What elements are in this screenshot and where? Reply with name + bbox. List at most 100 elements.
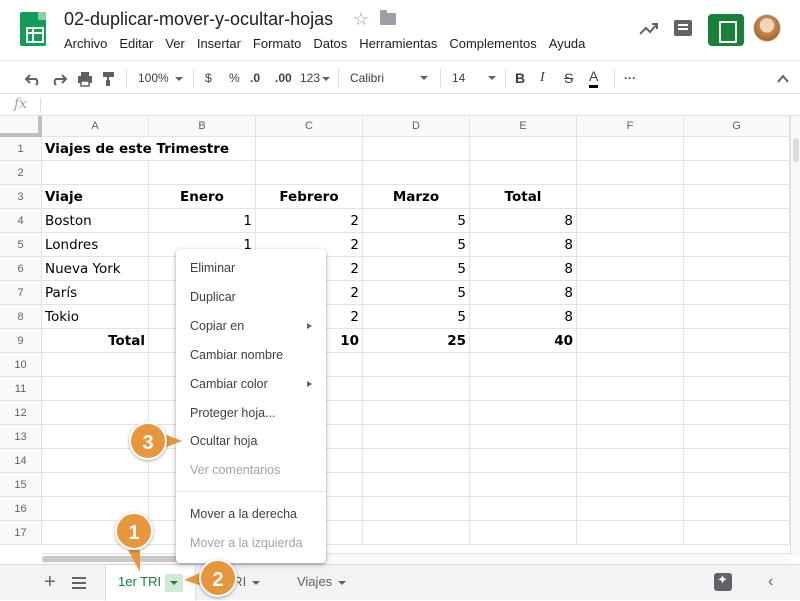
cell-a5[interactable]: Londres	[42, 233, 149, 257]
horizontal-scrollbar[interactable]	[42, 553, 790, 564]
text-color-button[interactable]: A	[589, 68, 599, 88]
chevron-up-icon[interactable]	[776, 69, 790, 89]
explore-icon[interactable]	[714, 572, 732, 591]
redo-icon[interactable]	[50, 69, 68, 89]
menu-item-cambiar-nombre[interactable]: Cambiar nombre	[176, 343, 326, 367]
menu-item-mover-a-la-derecha[interactable]: Mover a la derecha	[176, 502, 326, 526]
cell-b2[interactable]	[149, 161, 256, 185]
bold-button[interactable]: B	[515, 68, 525, 88]
cell-a4[interactable]: Boston	[42, 209, 149, 233]
cell-g2[interactable]	[684, 161, 790, 185]
menu-item-cambiar-color[interactable]: Cambiar color	[176, 372, 326, 396]
cell-b4[interactable]: 1	[149, 209, 256, 233]
row-header-10[interactable]: 10	[0, 353, 42, 377]
cell-f8[interactable]	[577, 305, 684, 329]
row-header-5[interactable]: 5	[0, 233, 42, 257]
comment-icon[interactable]	[674, 20, 692, 36]
row-header-13[interactable]: 13	[0, 425, 42, 449]
menu-complementos[interactable]: Complementos	[443, 36, 542, 51]
column-header-b[interactable]: B	[149, 116, 256, 137]
row-header-17[interactable]: 17	[0, 521, 42, 545]
cell-c1[interactable]	[256, 137, 363, 161]
cell-d3[interactable]: Marzo	[363, 185, 470, 209]
row-header-8[interactable]: 8	[0, 305, 42, 329]
zoom-select[interactable]: 100%	[138, 68, 183, 88]
cell-g17[interactable]	[684, 521, 790, 545]
paint-format-icon[interactable]	[100, 69, 118, 89]
cell-a1[interactable]: Viajes de este Trimestre	[42, 137, 229, 161]
strikethrough-button[interactable]: S	[564, 68, 573, 88]
cell-d9[interactable]: 25	[363, 329, 470, 353]
row-header-1[interactable]: 1	[0, 137, 42, 161]
cell-e15[interactable]	[470, 473, 577, 497]
select-all-corner[interactable]	[0, 116, 42, 137]
row-header-16[interactable]: 16	[0, 497, 42, 521]
cell-f15[interactable]	[577, 473, 684, 497]
cell-g16[interactable]	[684, 497, 790, 521]
cell-d10[interactable]	[363, 353, 470, 377]
cell-f6[interactable]	[577, 257, 684, 281]
cell-a3[interactable]: Viaje	[42, 185, 149, 209]
cell-g3[interactable]	[684, 185, 790, 209]
cell-e14[interactable]	[470, 449, 577, 473]
increase-decimal-button[interactable]: .00	[275, 68, 292, 88]
cell-f11[interactable]	[577, 377, 684, 401]
cell-d8[interactable]: 5	[363, 305, 470, 329]
currency-format-button[interactable]: $	[205, 68, 212, 88]
font-select[interactable]: Calibri	[350, 68, 430, 88]
cell-g11[interactable]	[684, 377, 790, 401]
chevron-left-icon[interactable]: ‹	[768, 573, 773, 591]
cell-d12[interactable]	[363, 401, 470, 425]
more-formats-select[interactable]: 123	[300, 68, 331, 88]
cell-d4[interactable]: 5	[363, 209, 470, 233]
cell-g4[interactable]	[684, 209, 790, 233]
cell-g12[interactable]	[684, 401, 790, 425]
cell-e2[interactable]	[470, 161, 577, 185]
scroll-thumb[interactable]	[793, 138, 799, 162]
cell-c3[interactable]: Febrero	[256, 185, 363, 209]
row-header-15[interactable]: 15	[0, 473, 42, 497]
spreadsheet-grid[interactable]: A B C D E F G 1 Viajes de este Trimestre 2 3 Viaje E…	[0, 116, 790, 556]
menu-insertar[interactable]: Insertar	[191, 36, 247, 51]
menu-ayuda[interactable]: Ayuda	[543, 36, 592, 51]
cell-f2[interactable]	[577, 161, 684, 185]
print-icon[interactable]	[76, 69, 94, 89]
menu-item-copiar-en[interactable]: Copiar en	[176, 314, 326, 338]
cell-d17[interactable]	[363, 521, 470, 545]
cell-g6[interactable]	[684, 257, 790, 281]
italic-button[interactable]: I	[540, 68, 545, 88]
cell-d16[interactable]	[363, 497, 470, 521]
cell-g13[interactable]	[684, 425, 790, 449]
cell-d6[interactable]: 5	[363, 257, 470, 281]
cell-g1[interactable]	[684, 137, 790, 161]
more-options-button[interactable]: ···	[624, 68, 636, 88]
column-header-a[interactable]: A	[42, 116, 149, 137]
cell-e17[interactable]	[470, 521, 577, 545]
cell-e16[interactable]	[470, 497, 577, 521]
column-header-c[interactable]: C	[256, 116, 363, 137]
cell-e6[interactable]: 8	[470, 257, 577, 281]
cell-a9[interactable]: Total	[42, 329, 149, 353]
cell-g14[interactable]	[684, 449, 790, 473]
menu-item-proteger-hoja[interactable]: Proteger hoja...	[176, 401, 326, 425]
sheets-logo-icon[interactable]	[20, 12, 46, 46]
undo-icon[interactable]	[24, 69, 42, 89]
cell-e3[interactable]: Total	[470, 185, 577, 209]
cell-e5[interactable]: 8	[470, 233, 577, 257]
column-header-d[interactable]: D	[363, 116, 470, 137]
cell-e12[interactable]	[470, 401, 577, 425]
cell-f13[interactable]	[577, 425, 684, 449]
trend-icon[interactable]	[638, 18, 660, 40]
cell-e10[interactable]	[470, 353, 577, 377]
cell-f10[interactable]	[577, 353, 684, 377]
cell-d15[interactable]	[363, 473, 470, 497]
menu-item-duplicar[interactable]: Duplicar	[176, 285, 326, 309]
row-header-2[interactable]: 2	[0, 161, 42, 185]
add-sheet-button[interactable]: +	[44, 571, 56, 594]
cell-g15[interactable]	[684, 473, 790, 497]
row-header-4[interactable]: 4	[0, 209, 42, 233]
cell-a12[interactable]	[42, 401, 149, 425]
cell-f5[interactable]	[577, 233, 684, 257]
cell-a11[interactable]	[42, 377, 149, 401]
row-header-11[interactable]: 11	[0, 377, 42, 401]
